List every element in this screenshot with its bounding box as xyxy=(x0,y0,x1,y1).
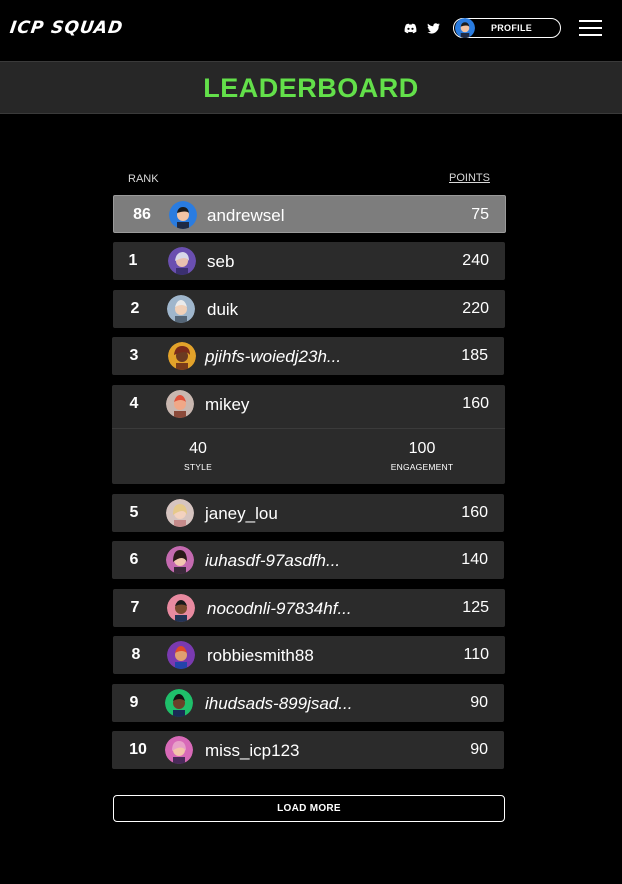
profile-label: PROFILE xyxy=(490,23,533,33)
rank-number: 8 xyxy=(131,646,141,663)
leaderboard-row[interactable]: 10 miss_icp123 90 xyxy=(112,731,504,769)
avatar xyxy=(168,247,196,275)
points-value: 160 xyxy=(461,504,488,521)
avatar xyxy=(455,18,475,38)
username: janey_lou xyxy=(205,504,278,523)
current-user-row[interactable]: 86 andrewsel 75 xyxy=(113,195,506,233)
title-band: LEADERBOARD xyxy=(0,61,622,114)
rank-number: 10 xyxy=(129,741,147,758)
style-stat: 40 STYLE xyxy=(168,440,228,472)
avatar xyxy=(168,342,196,370)
points-value: 75 xyxy=(471,206,489,223)
style-value: 40 xyxy=(189,440,207,457)
username: robbiesmith88 xyxy=(207,646,314,665)
avatar xyxy=(167,594,195,622)
rank-number: 9 xyxy=(129,694,139,711)
rank-column-header: RANK xyxy=(128,173,159,185)
rank-number: 7 xyxy=(130,599,140,616)
leaderboard-row[interactable]: 8 robbiesmith88 110 xyxy=(113,636,505,674)
engagement-value: 100 xyxy=(408,440,436,457)
points-value: 185 xyxy=(461,347,488,364)
twitter-icon[interactable] xyxy=(426,21,440,35)
rank-number: 1 xyxy=(128,252,138,269)
rank-number: 5 xyxy=(129,504,139,521)
avatar xyxy=(165,689,193,717)
avatar xyxy=(167,641,195,669)
username: iuhasdf-97asdfh... xyxy=(205,551,341,570)
engagement-stat: 100 ENGAGEMENT xyxy=(382,440,462,472)
leaderboard-row[interactable]: 6 iuhasdf-97asdfh... 140 xyxy=(112,541,504,579)
username: andrewsel xyxy=(207,206,285,225)
leaderboard-row[interactable]: 9 ihudsads-899jsad... 90 xyxy=(112,684,504,722)
menu-icon[interactable] xyxy=(579,20,602,36)
rank-number: 3 xyxy=(129,347,139,364)
leaderboard-row[interactable]: 5 janey_lou 160 xyxy=(112,494,504,532)
rank-number: 6 xyxy=(129,551,139,568)
username: mikey xyxy=(205,395,250,414)
rank-number: 4 xyxy=(129,395,139,412)
username: pjihfs-woiedj23h... xyxy=(205,347,342,366)
points-value: 90 xyxy=(470,741,488,758)
rank-number: 2 xyxy=(130,300,140,317)
points-value: 90 xyxy=(470,694,488,711)
page-title: LEADERBOARD xyxy=(203,73,419,103)
leaderboard-row[interactable]: 3 pjihfs-woiedj23h... 185 xyxy=(112,337,504,375)
username: seb xyxy=(207,252,235,271)
engagement-label: ENGAGEMENT xyxy=(390,462,454,472)
rank-number: 86 xyxy=(133,206,151,223)
points-column-header[interactable]: POINTS xyxy=(449,172,490,184)
avatar xyxy=(166,390,194,418)
avatar xyxy=(165,736,193,764)
leaderboard-row[interactable]: 2 duik 220 xyxy=(113,290,505,328)
load-more-button[interactable]: LOAD MORE xyxy=(113,795,505,822)
points-value: 125 xyxy=(462,599,489,616)
points-value: 160 xyxy=(462,395,489,412)
top-bar: ICP SQUAD PROFILE xyxy=(0,0,622,61)
expanded-row[interactable]: 4 mikey 160 40 STYLE 100 ENGAGEMENT xyxy=(112,385,505,484)
leaderboard-row[interactable]: 7 nocodnli-97834hf... 125 xyxy=(113,589,505,627)
points-value: 220 xyxy=(462,300,489,317)
discord-icon[interactable] xyxy=(403,21,417,35)
username: miss_icp123 xyxy=(205,741,300,760)
avatar xyxy=(167,295,195,323)
leaderboard-row[interactable]: 4 mikey 160 xyxy=(112,385,505,423)
points-value: 140 xyxy=(461,551,488,568)
points-value: 240 xyxy=(462,252,489,269)
username: nocodnli-97834hf... xyxy=(207,599,352,618)
profile-button[interactable]: PROFILE xyxy=(453,18,561,38)
avatar xyxy=(169,201,197,229)
username: ihudsads-899jsad... xyxy=(205,694,353,713)
leaderboard-row[interactable]: 1 seb 240 xyxy=(113,242,505,280)
style-label: STYLE xyxy=(184,462,212,472)
divider xyxy=(112,428,505,429)
avatar xyxy=(166,499,194,527)
logo[interactable]: ICP SQUAD xyxy=(9,18,125,38)
points-value: 110 xyxy=(463,646,489,663)
avatar xyxy=(166,546,194,574)
username: duik xyxy=(207,300,239,319)
